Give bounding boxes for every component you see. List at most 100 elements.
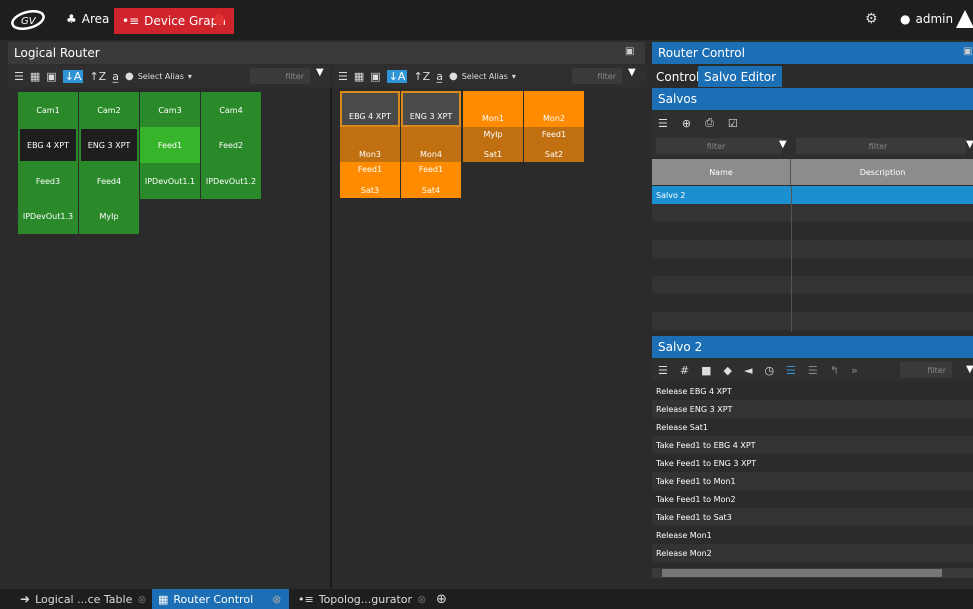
user-menu[interactable]: ● admin <box>900 12 953 26</box>
panel-title: Logical Router <box>14 46 100 60</box>
source-tile[interactable]: MyIp <box>79 198 139 234</box>
gv-logo[interactable]: GV <box>10 10 46 30</box>
destination-tile[interactable]: ENG 3 XPT <box>401 91 461 127</box>
sort-asc-icon[interactable]: ↓A <box>62 69 84 83</box>
clock-icon[interactable]: ◷ <box>764 364 774 377</box>
copy-icon[interactable]: ⎙ <box>705 116 714 130</box>
add-icon[interactable]: ⊕ <box>682 117 691 130</box>
salvo-item[interactable]: Release EBG 4 XPT <box>652 382 732 400</box>
source-tile[interactable]: Feed4 <box>79 163 139 199</box>
align-center-icon[interactable]: ☰ <box>808 364 818 377</box>
close-icon[interactable]: ⊗ <box>137 593 146 606</box>
tab-salvo-editor[interactable]: Salvo Editor <box>698 66 783 87</box>
tab-router-control[interactable]: ▦ Router Control ⊗ <box>152 589 289 609</box>
col-label: Name <box>709 167 733 177</box>
scrollbar-thumb[interactable] <box>662 569 942 577</box>
tile-view-icon[interactable]: ▣ <box>370 70 380 83</box>
sources-filter-input[interactable]: filter <box>250 68 310 84</box>
source-tile[interactable]: IPDevOut1.2 <box>201 163 261 199</box>
list-view-icon[interactable]: ☰ <box>338 70 348 83</box>
tile-label: Feed1 <box>157 140 183 150</box>
source-tile[interactable]: Cam4 <box>201 92 261 128</box>
alias-icon[interactable]: a̲ <box>112 70 119 83</box>
move-icon[interactable]: ↰ <box>830 364 839 377</box>
alias-icon[interactable]: a̲ <box>436 70 443 83</box>
salvo-item[interactable]: Release Mon1 <box>652 526 712 544</box>
tile-source-label: Feed1 <box>541 130 567 139</box>
salvo-item[interactable]: Take Feed1 to Mon2 <box>652 490 736 508</box>
destinations-filter-input[interactable]: filter <box>572 68 622 84</box>
add-tab-button[interactable]: ⊕ <box>430 589 453 609</box>
salvo-item[interactable]: Take Feed1 to Mon1 <box>652 472 736 490</box>
filter-icon[interactable]: ▼ <box>779 139 787 150</box>
grid-view-icon[interactable]: ▦ <box>30 70 40 83</box>
list-icon[interactable]: ☰ <box>658 364 668 377</box>
sort-desc-icon[interactable]: ↑Z <box>89 70 106 83</box>
tile-view-icon[interactable]: ▣ <box>46 70 56 83</box>
col-description-header[interactable]: Description <box>792 159 973 185</box>
filter-icon[interactable]: ▼ <box>316 67 324 78</box>
source-tile[interactable]: Feed3 <box>18 163 78 199</box>
gear-icon[interactable]: ⚙ <box>865 11 878 27</box>
lock-icon[interactable]: ■ <box>701 364 711 377</box>
destination-tile[interactable]: Feed1 Sat3 <box>340 162 400 198</box>
salvo-item[interactable]: Take Feed1 to ENG 3 XPT <box>652 454 756 472</box>
salvo-item[interactable]: Release Sat1 <box>652 418 708 436</box>
source-tile[interactable]: Cam1 <box>18 92 78 128</box>
destination-tile[interactable]: Mon4 <box>401 127 461 162</box>
popout-icon[interactable]: ▣ <box>963 46 972 57</box>
name-filter-input[interactable]: filter <box>656 138 782 154</box>
close-icon[interactable]: ⊗ <box>417 593 426 606</box>
salvo-item[interactable]: Release ENG 3 XPT <box>652 400 732 418</box>
select-alias-dropdown[interactable]: ● Select Alias ▾ <box>125 71 192 82</box>
col-name-header[interactable]: Name <box>652 159 791 185</box>
salvo-row-selected[interactable]: Salvo 2 <box>652 186 973 204</box>
tab-logical-device-table[interactable]: ➜ Logical ...ce Table ⊗ <box>14 589 153 609</box>
delete-icon[interactable]: ☑ <box>728 117 738 130</box>
sort-desc-icon[interactable]: ↑Z <box>413 70 430 83</box>
list-icon[interactable]: ☰ <box>658 117 668 130</box>
destination-tile[interactable]: MyIp Sat1 <box>463 127 523 162</box>
source-tile[interactable]: IPDevOut1.3 <box>18 198 78 234</box>
tab-topology-configurator[interactable]: •≡ Topolog...gurator ⊗ <box>292 589 432 609</box>
close-icon[interactable]: ⊗ <box>272 593 281 606</box>
destination-tile[interactable]: Feed1 Sat2 <box>524 127 584 162</box>
source-tile-selected[interactable]: Feed1 <box>140 127 200 163</box>
more-icon[interactable]: » <box>851 364 858 377</box>
sort-asc-icon[interactable]: ↓A <box>386 69 408 83</box>
tab-control[interactable]: Control <box>652 66 703 87</box>
align-left-icon[interactable]: ☰ <box>786 364 796 377</box>
source-tile[interactable]: EBG 4 XPT <box>18 127 78 163</box>
area-nav[interactable]: ♣ Area <box>66 12 109 26</box>
bell-icon[interactable]: ◄ <box>744 364 752 377</box>
destination-tile[interactable]: Mon1 <box>463 91 523 127</box>
source-tile[interactable]: ENG 3 XPT <box>79 127 139 163</box>
description-filter-input[interactable]: filter <box>796 138 966 154</box>
salvo2-filter-input[interactable]: filter <box>900 362 952 378</box>
destination-tile[interactable]: Feed1 Sat4 <box>401 162 461 198</box>
list-view-icon[interactable]: ☰ <box>14 70 24 83</box>
warning-icon[interactable] <box>956 10 973 28</box>
grid-view-icon[interactable]: ▦ <box>354 70 364 83</box>
location-pin-icon[interactable]: ● <box>213 11 225 27</box>
filter-icon[interactable]: ▼ <box>966 364 973 375</box>
salvo-item[interactable]: Take Feed1 to Sat3 <box>652 508 732 526</box>
source-tile[interactable]: IPDevOut1.1 <box>140 163 200 199</box>
destination-tile[interactable]: Mon3 <box>340 127 400 162</box>
filter-placeholder: filter <box>868 141 888 151</box>
tile-label: Mon1 <box>482 114 504 123</box>
select-alias-dropdown[interactable]: ● Select Alias ▾ <box>449 71 516 82</box>
filter-icon[interactable]: ▼ <box>628 67 636 78</box>
shield-icon[interactable]: ◆ <box>724 364 732 377</box>
hash-icon[interactable]: # <box>680 364 689 377</box>
source-tile[interactable]: Feed2 <box>201 127 261 163</box>
filter-icon[interactable]: ▼ <box>966 139 973 150</box>
salvo-item[interactable]: Take Feed1 to EBG 4 XPT <box>652 436 756 454</box>
salvo-item[interactable]: Release Mon2 <box>652 544 712 562</box>
source-tile[interactable]: Cam3 <box>140 92 200 128</box>
popout-icon[interactable]: ▣ <box>625 46 634 57</box>
destination-tile[interactable]: Mon2 <box>524 91 584 127</box>
destination-tile[interactable]: EBG 4 XPT <box>340 91 400 127</box>
filter-placeholder: filter <box>597 71 616 81</box>
source-tile[interactable]: Cam2 <box>79 92 139 128</box>
